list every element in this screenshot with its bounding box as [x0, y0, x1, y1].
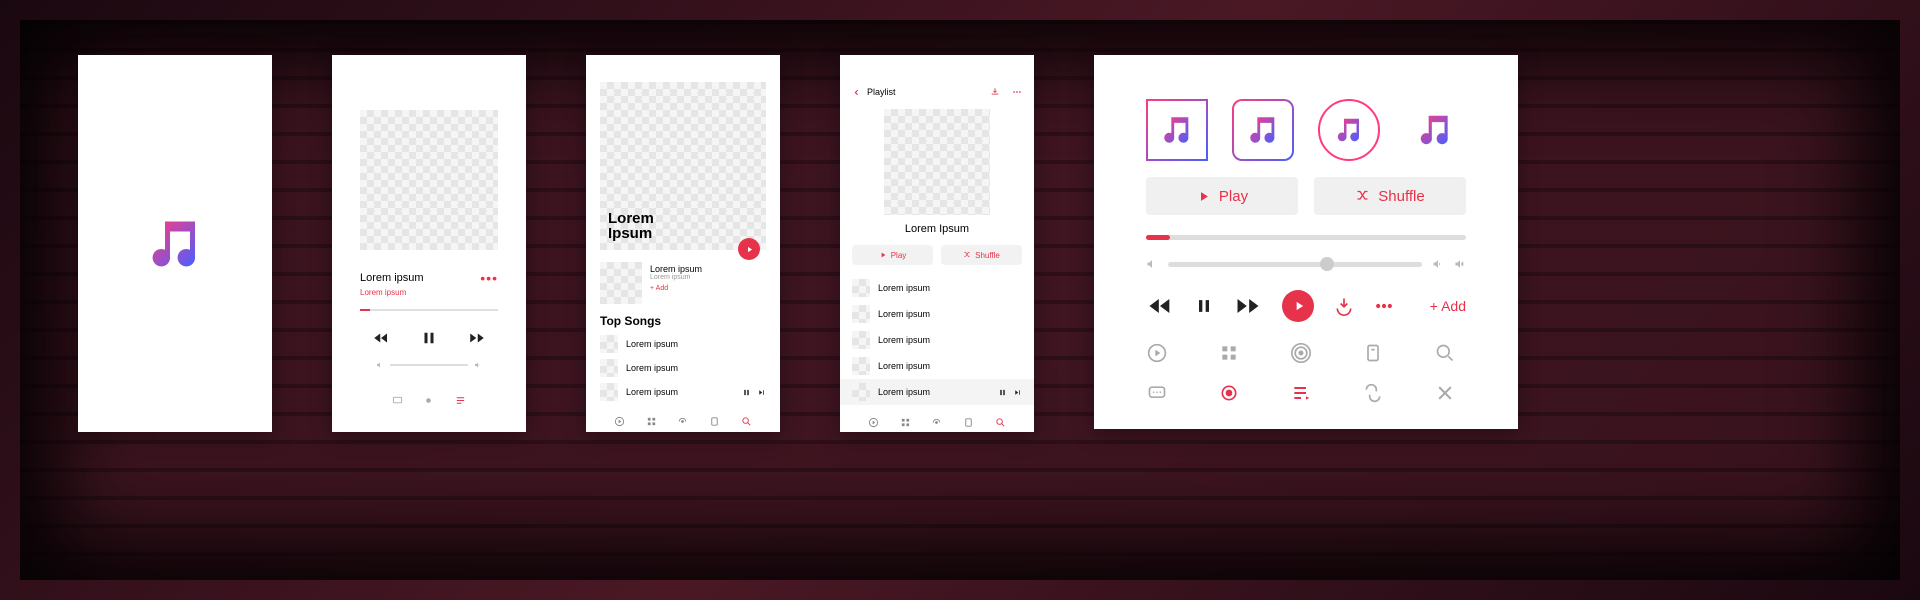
pause-icon	[742, 388, 751, 397]
browse-tab-icon[interactable]	[900, 417, 911, 428]
now-playing-screen: Lorem ipsum ••• Lorem ipsum	[332, 55, 526, 432]
play-outline-icon[interactable]	[1146, 342, 1168, 364]
featured-title: Lorem ipsum	[650, 264, 702, 274]
splash-screen	[78, 55, 272, 432]
play-button[interactable]: Play	[1146, 177, 1298, 215]
back-label[interactable]: Playlist	[867, 87, 896, 97]
radio-icon[interactable]	[1290, 342, 1312, 364]
track-row[interactable]: Lorem ipsum	[852, 327, 1022, 353]
library-tab-icon[interactable]	[963, 417, 974, 428]
song-row[interactable]: Lorem ipsum	[586, 332, 780, 356]
artist-name: Lorem Ipsum	[608, 211, 654, 243]
logo-variant-circle	[1318, 99, 1380, 161]
next-icon	[757, 388, 766, 397]
add-button[interactable]: + Add	[1430, 298, 1466, 314]
queue-icon[interactable]	[455, 395, 466, 406]
browse-tab-icon[interactable]	[646, 416, 657, 427]
play-circle-icon[interactable]	[1282, 290, 1314, 322]
pause-icon[interactable]	[420, 329, 438, 347]
library-icon[interactable]	[1362, 342, 1384, 364]
pause-icon[interactable]	[1194, 292, 1214, 320]
volume-low-icon	[1146, 258, 1158, 270]
rewind-icon[interactable]	[1146, 292, 1174, 320]
radio-tab-icon[interactable]	[677, 416, 688, 427]
library-tab-icon[interactable]	[709, 416, 720, 427]
track-subtitle: Lorem ipsum	[360, 288, 498, 297]
featured-subtitle: Lorem ipsum	[650, 274, 702, 281]
top-songs-heading: Top Songs	[586, 304, 780, 332]
rewind-icon[interactable]	[372, 329, 390, 347]
search-icon[interactable]	[1434, 342, 1456, 364]
shuffle-button[interactable]: Shuffle	[941, 245, 1022, 265]
featured-art	[600, 262, 642, 304]
volume-high-icon	[1454, 258, 1466, 270]
radio-tab-icon[interactable]	[931, 417, 942, 428]
airplay-icon[interactable]	[1218, 382, 1240, 404]
tab-bar	[586, 404, 780, 427]
volume-slider[interactable]	[360, 361, 498, 369]
airplay-icon[interactable]	[423, 395, 434, 406]
track-row-playing[interactable]: Lorem ipsum	[840, 379, 1034, 405]
logo-variant-square-outline	[1146, 99, 1208, 161]
components-panel: Play Shuffle + Add	[1094, 55, 1518, 429]
close-icon[interactable]	[1434, 382, 1456, 404]
album-art-placeholder	[360, 110, 498, 250]
volume-mid-icon	[1432, 258, 1444, 270]
more-icon[interactable]	[1374, 296, 1394, 316]
progress-bar[interactable]	[1146, 235, 1466, 240]
play-tab-icon[interactable]	[614, 416, 625, 427]
playlist-screen: Playlist Lorem Ipsum Play Shuffle Lorem …	[840, 55, 1034, 432]
play-tab-icon[interactable]	[868, 417, 879, 428]
artist-screen: Lorem Ipsum Lorem ipsum Lorem ipsum + Ad…	[586, 55, 780, 432]
search-tab-icon[interactable]	[741, 416, 752, 427]
music-note-icon	[145, 214, 205, 274]
forward-icon[interactable]	[1234, 292, 1262, 320]
repeat-icon[interactable]	[1362, 382, 1384, 404]
track-row[interactable]: Lorem ipsum	[852, 301, 1022, 327]
logo-variant-plain	[1404, 99, 1466, 161]
add-button[interactable]: + Add	[650, 285, 702, 292]
pause-icon	[998, 388, 1007, 397]
queue-icon[interactable]	[1290, 382, 1312, 404]
back-icon[interactable]	[852, 88, 861, 97]
tab-bar	[840, 405, 1034, 428]
volume-slider[interactable]	[1146, 258, 1466, 270]
download-icon[interactable]	[990, 87, 1000, 97]
more-icon[interactable]: •••	[480, 270, 498, 286]
track-row[interactable]: Lorem ipsum	[852, 275, 1022, 301]
track-row[interactable]: Lorem ipsum	[852, 353, 1022, 379]
playlist-art	[884, 109, 990, 215]
song-row[interactable]: Lorem ipsum	[586, 356, 780, 380]
song-row[interactable]: Lorem ipsum	[586, 380, 780, 404]
progress-bar[interactable]	[360, 309, 498, 311]
playlist-title: Lorem Ipsum	[840, 223, 1034, 235]
logo-variant-rounded	[1232, 99, 1294, 161]
play-button[interactable]: Play	[852, 245, 933, 265]
track-title: Lorem ipsum	[360, 272, 424, 284]
shuffle-button[interactable]: Shuffle	[1314, 177, 1466, 215]
forward-icon[interactable]	[468, 329, 486, 347]
search-tab-icon[interactable]	[995, 417, 1006, 428]
lyrics-icon[interactable]	[392, 395, 403, 406]
play-button[interactable]	[738, 238, 760, 260]
more-icon[interactable]	[1012, 87, 1022, 97]
grid-icon[interactable]	[1218, 342, 1240, 364]
lyrics-icon[interactable]	[1146, 382, 1168, 404]
next-icon	[1013, 388, 1022, 397]
download-icon[interactable]	[1334, 296, 1354, 316]
